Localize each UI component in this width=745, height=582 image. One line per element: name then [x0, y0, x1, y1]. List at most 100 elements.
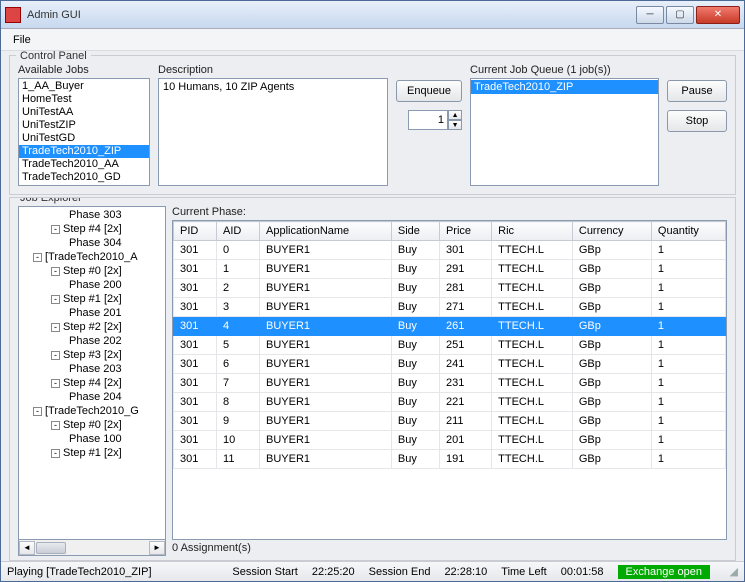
- tree-node[interactable]: -Step #1 [2x]: [19, 446, 165, 460]
- tree-node[interactable]: Phase 304: [19, 236, 165, 250]
- available-jobs-listbox[interactable]: 1_AA_BuyerHomeTestUniTestAAUniTestZIPUni…: [18, 78, 150, 186]
- job-item[interactable]: 1_AA_Buyer: [19, 80, 149, 93]
- table-cell: BUYER1: [260, 241, 392, 260]
- table-cell: 291: [439, 260, 491, 279]
- job-queue-listbox[interactable]: TradeTech2010_ZIP: [470, 78, 659, 186]
- table-cell: BUYER1: [260, 336, 392, 355]
- table-row[interactable]: 3016BUYER1Buy241TTECH.LGBp1: [174, 355, 726, 374]
- tree-expand-icon[interactable]: -: [51, 225, 60, 234]
- table-cell: Buy: [391, 336, 439, 355]
- spinner-down-icon[interactable]: ▼: [448, 120, 462, 130]
- table-row[interactable]: 3018BUYER1Buy221TTECH.LGBp1: [174, 393, 726, 412]
- control-panel-group: Control Panel Available Jobs 1_AA_BuyerH…: [9, 55, 736, 195]
- tree-node[interactable]: -Step #3 [2x]: [19, 348, 165, 362]
- scroll-right-icon[interactable]: ►: [149, 541, 165, 555]
- stop-button[interactable]: Stop: [667, 110, 727, 132]
- table-cell: 0: [217, 241, 260, 260]
- column-header[interactable]: Currency: [572, 222, 651, 241]
- job-item[interactable]: UniTestGD: [19, 132, 149, 145]
- tree-node[interactable]: -[TradeTech2010_A: [19, 250, 165, 264]
- tree-node[interactable]: Phase 100: [19, 432, 165, 446]
- tree-expand-icon[interactable]: -: [51, 267, 60, 276]
- table-cell: 8: [217, 393, 260, 412]
- available-jobs-label: Available Jobs: [18, 64, 150, 76]
- tree-node[interactable]: Phase 204: [19, 390, 165, 404]
- scroll-left-icon[interactable]: ◄: [19, 541, 35, 555]
- tree-node[interactable]: Phase 200: [19, 278, 165, 292]
- scroll-thumb[interactable]: [36, 542, 66, 554]
- table-row[interactable]: 3010BUYER1Buy301TTECH.LGBp1: [174, 241, 726, 260]
- column-header[interactable]: Price: [439, 222, 491, 241]
- tree-h-scrollbar[interactable]: ◄ ►: [18, 540, 166, 556]
- job-tree[interactable]: Phase 303-Step #4 [2x]Phase 304-[TradeTe…: [18, 206, 166, 540]
- tree-expand-icon[interactable]: -: [51, 421, 60, 430]
- table-row[interactable]: 3015BUYER1Buy251TTECH.LGBp1: [174, 336, 726, 355]
- session-start-value: 22:25:20: [312, 566, 355, 578]
- tree-node[interactable]: Phase 201: [19, 306, 165, 320]
- table-row[interactable]: 30110BUYER1Buy201TTECH.LGBp1: [174, 431, 726, 450]
- column-header[interactable]: Quantity: [651, 222, 725, 241]
- maximize-button[interactable]: ▢: [666, 6, 694, 24]
- minimize-button[interactable]: ─: [636, 6, 664, 24]
- queue-item[interactable]: TradeTech2010_ZIP: [471, 80, 658, 94]
- enqueue-button[interactable]: Enqueue: [396, 80, 462, 102]
- tree-node[interactable]: -Step #1 [2x]: [19, 292, 165, 306]
- tree-expand-icon[interactable]: -: [33, 407, 42, 416]
- enqueue-count-spinner[interactable]: ▲ ▼: [408, 110, 462, 130]
- table-row[interactable]: 3017BUYER1Buy231TTECH.LGBp1: [174, 374, 726, 393]
- phase-grid[interactable]: PIDAIDApplicationNameSidePriceRicCurrenc…: [172, 220, 727, 540]
- table-cell: TTECH.L: [492, 431, 573, 450]
- table-row[interactable]: 3019BUYER1Buy211TTECH.LGBp1: [174, 412, 726, 431]
- tree-expand-icon[interactable]: -: [51, 379, 60, 388]
- tree-node[interactable]: Phase 203: [19, 362, 165, 376]
- table-row[interactable]: 3012BUYER1Buy281TTECH.LGBp1: [174, 279, 726, 298]
- close-button[interactable]: ✕: [696, 6, 740, 24]
- menu-file[interactable]: File: [7, 32, 37, 48]
- table-cell: GBp: [572, 393, 651, 412]
- job-item[interactable]: TradeTech2010_ZIP: [19, 145, 149, 158]
- table-cell: Buy: [391, 412, 439, 431]
- column-header[interactable]: ApplicationName: [260, 222, 392, 241]
- tree-expand-icon[interactable]: -: [51, 295, 60, 304]
- current-phase-label: Current Phase:: [172, 206, 727, 218]
- app-window: Admin GUI ─ ▢ ✕ File Control Panel Avail…: [0, 0, 745, 582]
- table-cell: GBp: [572, 374, 651, 393]
- table-cell: BUYER1: [260, 279, 392, 298]
- job-explorer-group: Job Explorer Phase 303-Step #4 [2x]Phase…: [9, 197, 736, 561]
- column-header[interactable]: AID: [217, 222, 260, 241]
- tree-node[interactable]: -Step #0 [2x]: [19, 418, 165, 432]
- tree-expand-icon[interactable]: -: [33, 253, 42, 262]
- tree-node[interactable]: Phase 202: [19, 334, 165, 348]
- tree-node[interactable]: -[TradeTech2010_G: [19, 404, 165, 418]
- column-header[interactable]: Side: [391, 222, 439, 241]
- tree-expand-icon[interactable]: -: [51, 323, 60, 332]
- tree-node[interactable]: -Step #4 [2x]: [19, 376, 165, 390]
- table-cell: 271: [439, 298, 491, 317]
- job-item[interactable]: UniTestZIP: [19, 119, 149, 132]
- tree-node[interactable]: -Step #2 [2x]: [19, 320, 165, 334]
- table-cell: Buy: [391, 279, 439, 298]
- job-item[interactable]: TradeTech2010_AA: [19, 158, 149, 171]
- description-textarea[interactable]: 10 Humans, 10 ZIP Agents: [158, 78, 388, 186]
- tree-node[interactable]: -Step #0 [2x]: [19, 264, 165, 278]
- pause-button[interactable]: Pause: [667, 80, 727, 102]
- tree-expand-icon[interactable]: -: [51, 351, 60, 360]
- column-header[interactable]: PID: [174, 222, 217, 241]
- job-item[interactable]: TradeTech2010_GD: [19, 171, 149, 184]
- tree-node[interactable]: Phase 303: [19, 208, 165, 222]
- spinner-up-icon[interactable]: ▲: [448, 110, 462, 120]
- tree-expand-icon[interactable]: -: [51, 449, 60, 458]
- table-cell: BUYER1: [260, 298, 392, 317]
- job-item[interactable]: UniTestAA: [19, 106, 149, 119]
- table-row[interactable]: 3013BUYER1Buy271TTECH.LGBp1: [174, 298, 726, 317]
- job-item[interactable]: HomeTest: [19, 93, 149, 106]
- table-row[interactable]: 3011BUYER1Buy291TTECH.LGBp1: [174, 260, 726, 279]
- table-row[interactable]: 30111BUYER1Buy191TTECH.LGBp1: [174, 450, 726, 469]
- resize-grip-icon[interactable]: ◢: [724, 565, 738, 578]
- title-bar[interactable]: Admin GUI ─ ▢ ✕: [1, 1, 744, 29]
- table-cell: 7: [217, 374, 260, 393]
- enqueue-count-input[interactable]: [408, 110, 448, 130]
- tree-node[interactable]: -Step #4 [2x]: [19, 222, 165, 236]
- table-row[interactable]: 3014BUYER1Buy261TTECH.LGBp1: [174, 317, 726, 336]
- column-header[interactable]: Ric: [492, 222, 573, 241]
